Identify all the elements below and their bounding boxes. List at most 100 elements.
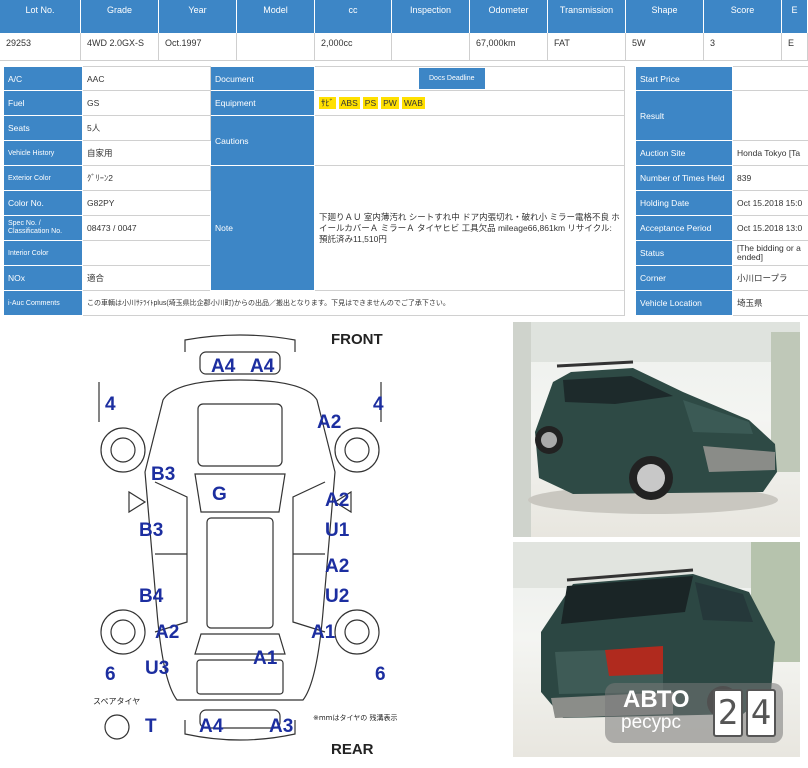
- lot-transmission: FAT: [548, 33, 626, 61]
- lot-table-header: Lot No. Grade Year Model cc Inspection O…: [0, 0, 808, 33]
- holding-date-value: Oct 15.2018 15:0: [732, 190, 808, 216]
- lot-year: Oct.1997: [159, 33, 237, 61]
- color-no-value: G82PY: [82, 190, 211, 216]
- seats-value: 5人: [82, 115, 211, 141]
- times-held-value: 839: [732, 165, 808, 191]
- auction-info-table: Start Price Result Auction Site Honda To…: [635, 66, 808, 316]
- damage-mark: 4: [105, 394, 116, 415]
- interior-color-label: Interior Color: [3, 240, 83, 266]
- interior-color-value: [82, 240, 211, 266]
- equipment-tag: WAB: [401, 97, 425, 109]
- header-cc: cc: [315, 0, 392, 33]
- note-label: Note: [210, 165, 315, 291]
- nox-label: NOx: [3, 265, 83, 291]
- vehicle-details-table: A/C AAC Document Docs Deadline Fuel GS E…: [3, 66, 625, 316]
- result-label: Result: [635, 90, 733, 141]
- lot-no: 29253: [0, 33, 81, 61]
- damage-mark: B4: [139, 586, 164, 607]
- lot-score: 3: [704, 33, 782, 61]
- damage-mark: U1: [325, 520, 350, 541]
- color-no-label: Color No.: [3, 190, 83, 216]
- damage-mark: A2: [325, 556, 349, 577]
- equipment-tag: ABS: [338, 97, 360, 109]
- watermark-line1: АВТО: [623, 686, 690, 713]
- lot-grade: 4WD 2.0GX-S: [81, 33, 159, 61]
- damage-mark: B3: [151, 464, 175, 485]
- lot-inspection: [392, 33, 470, 61]
- exterior-color-value: ｸﾞﾘｰﾝ2: [82, 165, 211, 191]
- history-label: Vehicle History: [3, 140, 83, 166]
- comments-label: i-Auc Comments: [3, 290, 83, 316]
- damage-mark: A4: [250, 356, 275, 377]
- header-grade: Grade: [81, 0, 159, 33]
- lot-extra: E: [782, 33, 808, 61]
- acceptance-period-label: Acceptance Period: [635, 215, 733, 241]
- times-held-label: Number of Times Held: [635, 165, 733, 191]
- damage-mark: 6: [375, 664, 386, 685]
- ac-label: A/C: [3, 66, 83, 91]
- seats-label: Seats: [3, 115, 83, 141]
- equipment-tag: ｻﾋﾞ: [319, 97, 336, 109]
- equipment-label: Equipment: [210, 90, 315, 116]
- exterior-color-label: Exterior Color: [3, 165, 83, 191]
- header-year: Year: [159, 0, 237, 33]
- damage-mark: A2: [325, 490, 349, 511]
- docs-deadline-badge: Docs Deadline: [419, 68, 485, 89]
- status-value: [The bidding or a ended]: [732, 240, 808, 266]
- watermark-digit: 2: [713, 689, 743, 737]
- header-shape: Shape: [626, 0, 704, 33]
- fuel-label: Fuel: [3, 90, 83, 116]
- cautions-label: Cautions: [210, 115, 315, 166]
- car-front-image: [513, 322, 800, 537]
- tire-note: ※mmはタイヤの 残溝表示です: [313, 713, 397, 722]
- vehicle-photo-front[interactable]: [513, 322, 800, 537]
- start-price-label: Start Price: [635, 66, 733, 91]
- equipment-list: ｻﾋﾞ ABS PS PW WAB: [314, 90, 625, 116]
- watermark-digit: 4: [746, 689, 776, 737]
- header-inspection: Inspection: [392, 0, 470, 33]
- history-value: 自家用: [82, 140, 211, 166]
- rear-label: REAR: [331, 741, 374, 758]
- equipment-tag: PW: [381, 97, 399, 109]
- damage-mark: T: [145, 716, 157, 737]
- lot-shape: 5W: [626, 33, 704, 61]
- damage-mark: A1: [311, 622, 336, 643]
- vehicle-location-label: Vehicle Location: [635, 290, 733, 316]
- note-value: 下廻りＡＵ 室内薄汚れ シートすれ中 ドア内張切れ・破れ小 ミラー電格不良 ホイ…: [314, 165, 625, 291]
- spec-label: Spec No. / Classification No.: [3, 215, 83, 241]
- holding-date-label: Holding Date: [635, 190, 733, 216]
- watermark-line2: ресурс: [621, 712, 681, 733]
- lot-cc: 2,000cc: [315, 33, 392, 61]
- damage-mark: A4: [211, 356, 236, 377]
- header-score: Score: [704, 0, 782, 33]
- lot-model: [237, 33, 315, 61]
- damage-mark: A3: [269, 716, 293, 737]
- header-transmission: Transmission: [548, 0, 626, 33]
- damage-mark: B3: [139, 520, 163, 541]
- status-label: Status: [635, 240, 733, 266]
- vehicle-location-value: 埼玉県: [732, 290, 808, 316]
- damage-mark: U2: [325, 586, 349, 607]
- header-lot-no: Lot No.: [0, 0, 81, 33]
- lot-odometer: 67,000km: [470, 33, 548, 61]
- corner-value: 小川ロープラ: [732, 265, 808, 291]
- inspection-sheet: A4 A4 4 4 A2 B3 G A2 B3 U1 A2 B4 U2 A2 A…: [85, 322, 412, 762]
- damage-mark: A4: [199, 716, 224, 737]
- header-model: Model: [237, 0, 315, 33]
- cautions-value: [314, 115, 625, 166]
- document-value: Docs Deadline: [314, 66, 625, 91]
- document-label: Document: [210, 66, 315, 91]
- avtoresurs-watermark: АВТО ресурс 2 4: [605, 683, 783, 743]
- header-extra: E: [782, 0, 808, 33]
- damage-mark: U3: [145, 658, 169, 679]
- start-price-value: [732, 66, 808, 91]
- damage-mark: G: [212, 484, 227, 505]
- comments-value: この車輌は小川ｻﾃﾗｲﾄplus(埼玉県比企郡小川町)からの出品／搬出となります…: [82, 290, 625, 316]
- spec-value: 08473 / 0047: [82, 215, 211, 241]
- auction-site-value: Honda Tokyo [Ta: [732, 140, 808, 166]
- damage-mark: A2: [317, 412, 341, 433]
- damage-mark: A1: [253, 648, 278, 669]
- damage-mark: 4: [373, 394, 384, 415]
- auction-site-label: Auction Site: [635, 140, 733, 166]
- lot-table-row: 29253 4WD 2.0GX-S Oct.1997 2,000cc 67,00…: [0, 33, 808, 61]
